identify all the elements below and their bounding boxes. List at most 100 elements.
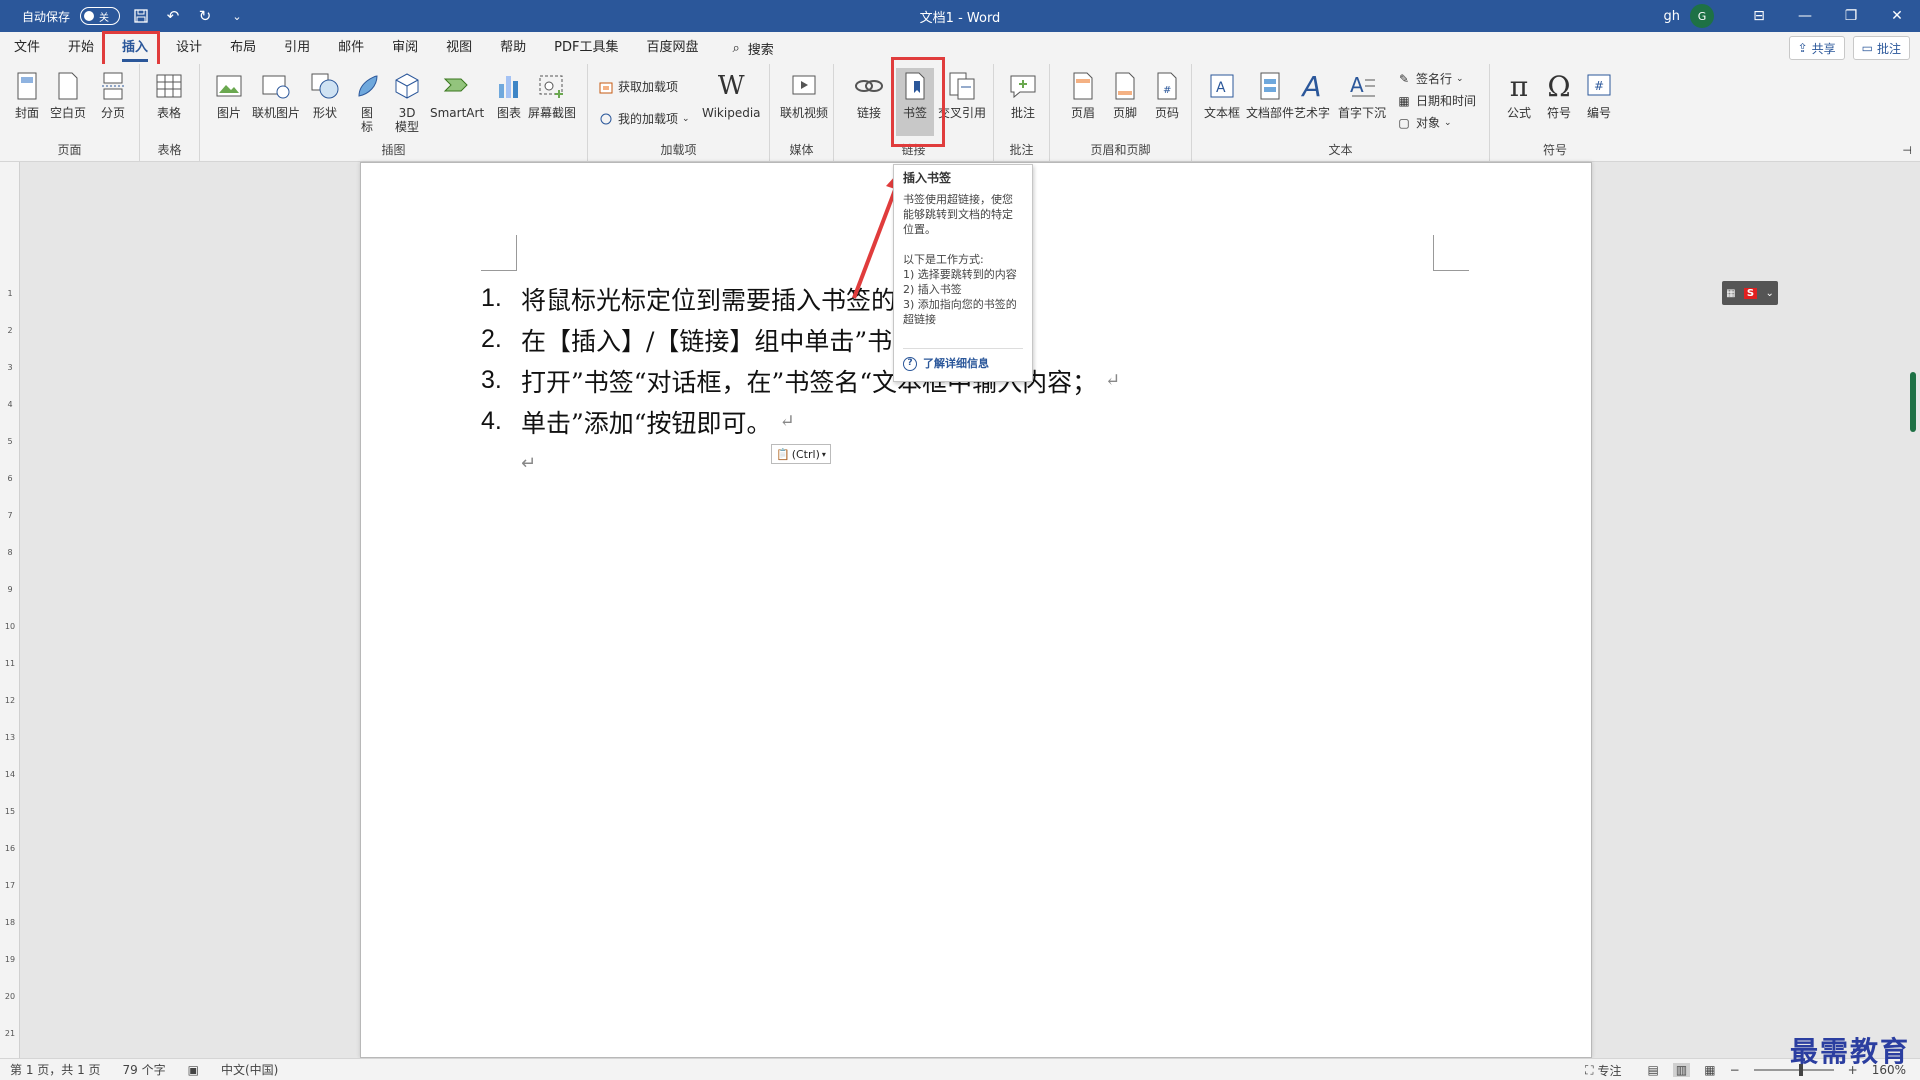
undo-icon[interactable]: ↶ xyxy=(162,5,184,27)
icons-button[interactable]: 图标 xyxy=(350,68,384,136)
group-comments: 批注 批注 xyxy=(994,64,1050,162)
number-icon: # xyxy=(1582,68,1616,104)
ruler-tick: 16 xyxy=(4,844,16,853)
picture-button[interactable]: 图片 xyxy=(212,68,246,136)
share-button[interactable]: ⇪ 共享 xyxy=(1788,36,1845,60)
drop-cap-button[interactable]: A 首字下沉 xyxy=(1338,68,1386,136)
link-button[interactable]: 链接 xyxy=(852,68,886,136)
minimize-icon[interactable]: — xyxy=(1782,0,1828,32)
footer-button[interactable]: 页脚 xyxy=(1108,68,1142,136)
page-number-icon: # xyxy=(1150,68,1184,104)
tab-references[interactable]: 引用 xyxy=(270,32,324,64)
3d-model-button[interactable]: 3D模型 xyxy=(390,68,424,136)
group-pages-label: 页面 xyxy=(57,143,82,157)
status-bar: 第 1 页，共 1 页 79 个字 ▣ 中文(中国) ⛶ 专注 ▤ ▥ ▦ − +… xyxy=(0,1058,1920,1080)
header-button[interactable]: 页眉 xyxy=(1066,68,1100,136)
comments-button[interactable]: ▭ 批注 xyxy=(1852,36,1910,60)
tab-mailings[interactable]: 邮件 xyxy=(324,32,378,64)
ime-toolbar[interactable]: ▦ S ⌄ xyxy=(1722,281,1778,305)
wikipedia-icon: W xyxy=(717,71,745,101)
calendar-icon: ▦ xyxy=(1398,93,1410,108)
search-box[interactable]: ⌕ 搜索 xyxy=(733,39,774,58)
read-mode-icon[interactable]: ▤ xyxy=(1648,1063,1659,1077)
user-name[interactable]: gh xyxy=(1664,9,1681,24)
group-media: 联机视频 媒体 xyxy=(770,64,834,162)
close-icon[interactable]: ✕ xyxy=(1874,0,1920,32)
paragraph-mark-icon: ↵ xyxy=(1105,370,1121,391)
group-text-label: 文本 xyxy=(1328,143,1353,157)
svg-text:A: A xyxy=(1350,73,1364,97)
ribbon-display-icon[interactable]: ⊟ xyxy=(1736,0,1782,32)
tab-view[interactable]: 视图 xyxy=(432,32,486,64)
new-comment-button[interactable]: 批注 xyxy=(1006,68,1040,136)
shapes-button[interactable]: 形状 xyxy=(308,68,342,136)
tab-home[interactable]: 开始 xyxy=(54,32,108,64)
wikipedia-button[interactable]: W Wikipedia xyxy=(702,68,761,136)
date-time-button[interactable]: ▦ 日期和时间 xyxy=(1396,92,1476,109)
ruler-tick: 3 xyxy=(7,363,13,372)
page-number-button[interactable]: # 页码 xyxy=(1150,68,1184,136)
collapse-ribbon-icon[interactable]: ⊣ xyxy=(1902,144,1912,157)
cover-page-button[interactable]: 封面 xyxy=(10,68,44,136)
avatar[interactable]: G xyxy=(1690,4,1714,28)
keyboard-icon: ▦ xyxy=(1726,287,1736,299)
smartart-button[interactable]: SmartArt xyxy=(430,68,484,136)
table-button[interactable]: 表格 xyxy=(152,68,186,136)
object-button[interactable]: ▢ 对象 ⌄ xyxy=(1396,114,1451,131)
tab-baidu-disk[interactable]: 百度网盘 xyxy=(632,32,712,64)
focus-mode-button[interactable]: ⛶ 专注 xyxy=(1585,1062,1621,1079)
language-indicator[interactable]: 中文(中国) xyxy=(221,1061,278,1078)
list-item[interactable]: 4. 单击”添加“按钮即可。 ↵ xyxy=(481,401,1120,442)
print-layout-icon[interactable]: ▥ xyxy=(1672,1063,1691,1077)
quick-parts-button[interactable]: 文档部件 xyxy=(1246,68,1294,136)
wordart-button[interactable]: A 艺术字 xyxy=(1294,68,1330,136)
redo-icon[interactable]: ↻ xyxy=(194,5,216,27)
get-addins-button[interactable]: 获取加载项 xyxy=(598,78,678,95)
tab-help[interactable]: 帮助 xyxy=(486,32,540,64)
my-addins-button[interactable]: 我的加载项 ⌄ xyxy=(598,110,690,127)
ruler-tick: 9 xyxy=(7,585,13,594)
page-count[interactable]: 第 1 页，共 1 页 xyxy=(10,1061,101,1078)
list-text[interactable]: 在【插入】/【链接】组中单击”书 xyxy=(521,322,892,358)
tab-design[interactable]: 设计 xyxy=(162,32,216,64)
vertical-scrollbar-thumb[interactable] xyxy=(1910,372,1916,432)
symbol-button[interactable]: Ω 符号 xyxy=(1542,68,1576,136)
customize-quick-access-icon[interactable]: ⌄ xyxy=(226,5,248,27)
word-count[interactable]: 79 个字 xyxy=(123,1061,166,1078)
page-break-label: 分页 xyxy=(100,106,125,120)
group-header-footer-label: 页眉和页脚 xyxy=(1090,143,1151,157)
text-box-button[interactable]: A 文本框 xyxy=(1204,68,1240,136)
number-button[interactable]: # 编号 xyxy=(1582,68,1616,136)
title-bar: 自动保存 关 ↶ ↻ ⌄ 文档1 - Word gh G ⊟ — ❐ ✕ xyxy=(0,0,1920,32)
blank-page-label: 空白页 xyxy=(50,106,87,120)
page-break-button[interactable]: 分页 xyxy=(96,68,130,136)
group-addins: 获取加载项 我的加载项 ⌄ W Wikipedia 加载项 xyxy=(588,64,770,162)
proofing-icon[interactable]: ▣ xyxy=(188,1063,199,1077)
vertical-ruler[interactable]: 1234567891011121314151617181920212223 xyxy=(0,162,20,1075)
tab-review[interactable]: 审阅 xyxy=(378,32,432,64)
tooltip-step: 3) 添加指向您的书签的超链接 xyxy=(903,298,1017,326)
equation-button[interactable]: π 公式 xyxy=(1502,68,1536,136)
comment-icon: ▭ xyxy=(1861,41,1873,55)
paste-options-button[interactable]: 📋 (Ctrl) ▾ xyxy=(771,444,831,464)
chart-button[interactable]: 图表 xyxy=(492,68,526,136)
my-addins-label: 我的加载项 xyxy=(618,112,679,126)
text-box-icon: A xyxy=(1205,68,1239,104)
tab-file[interactable]: 文件 xyxy=(0,32,54,64)
blank-page-button[interactable]: 空白页 xyxy=(50,68,86,136)
learn-more-link[interactable]: ? 了解详细信息 xyxy=(903,356,989,371)
signature-line-button[interactable]: ✎ 签名行 ⌄ xyxy=(1396,70,1464,87)
zoom-out-icon[interactable]: − xyxy=(1730,1063,1740,1077)
web-layout-icon[interactable]: ▦ xyxy=(1704,1063,1715,1077)
restore-icon[interactable]: ❐ xyxy=(1828,0,1874,32)
tab-pdf-tools[interactable]: PDF工具集 xyxy=(540,32,632,64)
autosave-toggle[interactable]: 关 xyxy=(80,7,121,25)
list-number: 3. xyxy=(481,366,502,394)
online-picture-button[interactable]: 联机图片 xyxy=(252,68,300,136)
screenshot-button[interactable]: 屏幕截图 xyxy=(528,68,576,136)
list-text[interactable]: 单击”添加“按钮即可。 xyxy=(521,404,772,440)
online-video-button[interactable]: 联机视频 xyxy=(780,68,828,136)
save-icon[interactable] xyxy=(130,5,152,27)
tab-layout[interactable]: 布局 xyxy=(216,32,270,64)
cross-reference-button[interactable]: 交叉引用 xyxy=(938,68,986,136)
